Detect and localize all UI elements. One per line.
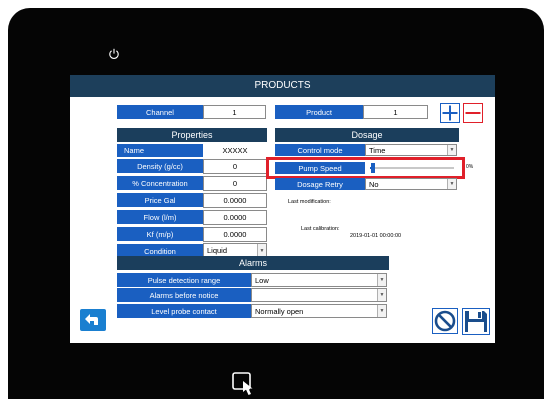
price-gal-field[interactable]: 0.0000 (203, 193, 267, 208)
cancel-button[interactable] (432, 308, 458, 334)
channel-label: Channel (117, 105, 203, 119)
level-probe-label: Level probe contact (117, 304, 251, 318)
page-title: PRODUCTS (70, 75, 495, 97)
chevron-down-icon: ▼ (377, 305, 386, 317)
concentration-label: % Concentration (117, 176, 203, 190)
minus-icon (465, 112, 481, 114)
level-probe-select[interactable]: Normally open ▼ (251, 304, 387, 318)
dosage-retry-value: No (369, 179, 379, 189)
control-mode-value: Time (369, 145, 386, 155)
power-icon[interactable] (108, 48, 120, 60)
density-label: Density (g/cc) (117, 159, 203, 173)
pulse-detection-value: Low (255, 275, 269, 285)
back-button[interactable] (80, 309, 106, 331)
highlight-box (266, 157, 465, 179)
add-product-button[interactable] (440, 103, 460, 123)
flow-label: Flow (l/m) (117, 210, 203, 224)
chevron-down-icon: ▼ (447, 179, 456, 189)
save-button[interactable] (462, 308, 490, 335)
remove-product-button[interactable] (463, 103, 483, 123)
alarms-header: Alarms (117, 256, 389, 270)
control-mode-select[interactable]: Time ▼ (365, 144, 457, 156)
density-field[interactable]: 0 (203, 159, 267, 174)
concentration-field[interactable]: 0 (203, 176, 267, 191)
pulse-detection-label: Pulse detection range (117, 273, 251, 287)
chevron-down-icon: ▼ (377, 289, 386, 301)
plus-icon (442, 105, 458, 121)
price-gal-label: Price Gal (117, 193, 203, 207)
alarms-before-notice-label: Alarms before notice (117, 288, 251, 302)
control-mode-label: Control mode (275, 144, 365, 156)
back-arrow-icon (85, 314, 98, 325)
name-label: Name (117, 144, 203, 157)
products-screen: PRODUCTS Channel 1 Product 1 Properties … (70, 75, 495, 343)
touch-icon (232, 372, 253, 395)
name-field[interactable]: XXXXX (203, 144, 267, 157)
kf-field[interactable]: 0.0000 (203, 227, 267, 242)
kf-label: Kf (m/p) (117, 227, 203, 241)
product-field[interactable]: 1 (363, 105, 428, 119)
last-modification-label: Last modification: (288, 199, 331, 205)
dosage-retry-select[interactable]: No ▼ (365, 178, 457, 190)
level-probe-value: Normally open (255, 306, 304, 316)
dosage-header: Dosage (275, 128, 459, 142)
last-calibration-value: 2019-01-01 00:00:00 (350, 233, 402, 239)
save-icon (462, 308, 490, 335)
pump-speed-value: 0% (466, 164, 474, 170)
channel-field[interactable]: 1 (203, 105, 266, 119)
dosage-retry-label: Dosage Retry (275, 178, 365, 190)
last-calibration-label: Last calibration: (301, 226, 340, 232)
alarms-before-notice-select[interactable]: ▼ (251, 288, 387, 302)
flow-field[interactable]: 0.0000 (203, 210, 267, 225)
condition-select-value: Liquid (207, 246, 228, 255)
chevron-down-icon: ▼ (377, 274, 386, 286)
cancel-icon (432, 308, 458, 334)
pulse-detection-select[interactable]: Low ▼ (251, 273, 387, 287)
product-label: Product (275, 105, 363, 119)
chevron-down-icon: ▼ (447, 145, 456, 155)
properties-header: Properties (117, 128, 267, 142)
